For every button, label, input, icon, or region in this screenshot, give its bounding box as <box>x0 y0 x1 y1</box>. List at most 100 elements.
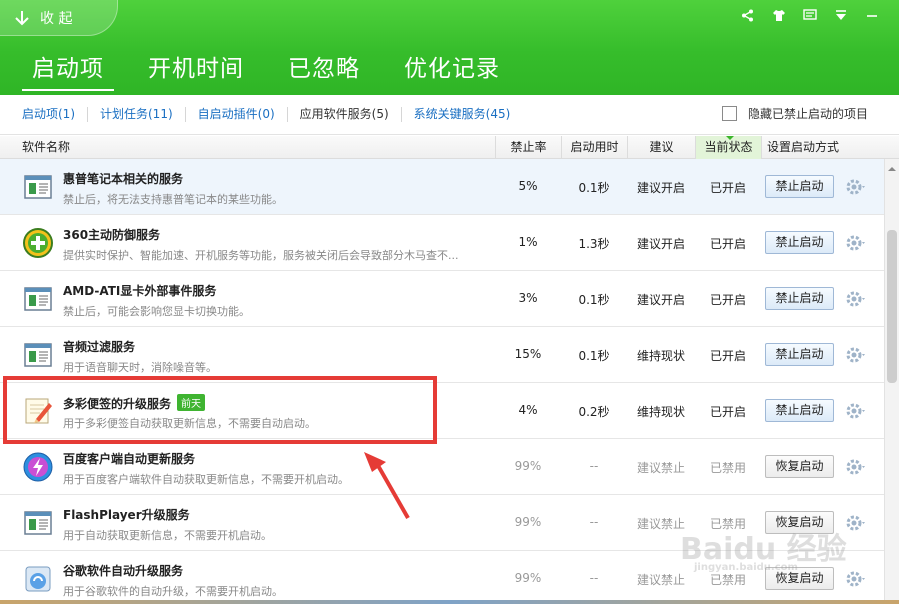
advice-text: 建议禁止 <box>636 461 685 475</box>
window-app-icon <box>22 339 54 371</box>
col-advice[interactable]: 建议 <box>627 136 695 159</box>
filter-scheduled-tasks[interactable]: 计划任务(11) <box>88 107 186 122</box>
service-description: 禁止后，可能会影响您显卡切换功能。 <box>63 305 250 318</box>
list-item[interactable]: 谷歌软件自动升级服务 用于谷歌软件的自动升级，不需要开机启动。 99% -- 建议禁止 已… <box>0 551 884 604</box>
startup-manager-window: 收 起 启动项 开机时间 已忽略 优化记录 启动项(1) 计划任务(11) 自启… <box>0 0 899 604</box>
gear-icon[interactable] <box>845 177 867 197</box>
advice-text: 建议开启 <box>636 181 685 195</box>
col-state[interactable]: 当前状态 <box>695 136 761 159</box>
disable-rate: 5% <box>518 179 538 193</box>
disable-rate: 1% <box>518 235 538 249</box>
list-item[interactable]: AMD-ATI显卡外部事件服务 禁止后，可能会影响您显卡切换功能。 3% 0.1秒 建议… <box>0 271 884 327</box>
service-description: 用于百度客户端软件自动获取更新信息，不需要开机启动。 <box>63 473 349 486</box>
gear-icon[interactable] <box>845 345 867 365</box>
startup-time: 0.1秒 <box>578 349 610 363</box>
minimize-icon[interactable] <box>856 4 887 26</box>
google-update-icon <box>22 563 54 595</box>
startup-time: 0.2秒 <box>578 405 610 419</box>
hide-disabled-label: 隐藏已禁止启动的项目 <box>748 107 869 121</box>
list-item[interactable]: 音频过滤服务 用于语音聊天时，消除噪音等。 15% 0.1秒 维持现状 已开启 禁止启动 <box>0 327 884 383</box>
filter-app-services[interactable]: 应用软件服务(5) <box>288 107 402 122</box>
menu-icon[interactable] <box>825 4 856 26</box>
service-description: 用于多彩便签自动获取更新信息，不需要自动启动。 <box>63 417 316 430</box>
service-description: 用于谷歌软件的自动升级，不需要开机启动。 <box>63 585 283 598</box>
state-text: 已禁用 <box>709 461 746 475</box>
advice-text: 维持现状 <box>636 405 685 419</box>
share-icon[interactable] <box>732 4 763 26</box>
advice-text: 维持现状 <box>636 349 685 363</box>
disable-startup-button[interactable]: 禁止启动 <box>765 231 834 254</box>
sticky-note-icon <box>22 395 54 427</box>
tab-startup[interactable]: 启动项 <box>22 49 114 91</box>
col-disable-rate[interactable]: 禁止率 <box>495 136 561 159</box>
startup-time: 0.1秒 <box>578 293 610 307</box>
gear-icon[interactable] <box>845 289 867 309</box>
state-text: 已开启 <box>709 293 746 307</box>
list-item[interactable]: 360主动防御服务 提供实时保护、智能加速、开机服务等功能，服务被关闭后会导致部分… <box>0 215 884 271</box>
tab-ignored[interactable]: 已忽略 <box>278 49 370 91</box>
state-text: 已开启 <box>709 349 746 363</box>
service-description: 用于语音聊天时，消除噪音等。 <box>63 361 217 374</box>
service-title: FlashPlayer升级服务 <box>63 508 190 522</box>
startup-time: 0.1秒 <box>578 181 610 195</box>
collapse-button[interactable]: 收 起 <box>0 0 118 36</box>
list-item[interactable]: 百度客户端自动更新服务 用于百度客户端软件自动获取更新信息，不需要开机启动。 99%… <box>0 439 884 495</box>
list-item[interactable]: 多彩便签的升级服务 前天 用于多彩便签自动获取更新信息，不需要自动启动。 4% 0.2秒… <box>0 383 884 439</box>
tab-boot-time[interactable]: 开机时间 <box>138 49 254 91</box>
skin-icon[interactable] <box>763 4 794 26</box>
filter-system-services[interactable]: 系统关键服务(45) <box>402 107 523 122</box>
bottom-edge <box>0 600 899 604</box>
state-text: 已开启 <box>709 181 746 195</box>
list-item[interactable]: FlashPlayer升级服务 用于自动获取更新信息，不需要开机启动。 99% -- 建… <box>0 495 884 551</box>
category-filters: 启动项(1) 计划任务(11) 自启动插件(0) 应用软件服务(5) 系统关键服… <box>10 107 522 122</box>
gear-icon[interactable] <box>845 457 867 477</box>
service-title: 谷歌软件自动升级服务 <box>63 564 184 578</box>
hide-disabled-option: 隐藏已禁止启动的项目 <box>722 105 868 122</box>
service-title: 惠普笔记本相关的服务 <box>63 172 184 186</box>
column-header: 软件名称 禁止率 启动用时 建议 当前状态 设置启动方式 <box>0 136 899 159</box>
tab-history[interactable]: 优化记录 <box>394 49 510 91</box>
advice-text: 建议禁止 <box>636 517 685 531</box>
service-description: 禁止后，将无法支持惠普笔记本的某些功能。 <box>63 193 283 206</box>
date-badge: 前天 <box>177 394 206 411</box>
startup-time: -- <box>589 515 599 529</box>
filter-autostart-plugins[interactable]: 自启动插件(0) <box>186 107 288 122</box>
window-app-icon <box>22 283 54 315</box>
scroll-up-icon[interactable] <box>888 163 896 171</box>
disable-startup-button[interactable]: 禁止启动 <box>765 399 834 422</box>
main-tabs: 启动项 开机时间 已忽略 优化记录 <box>22 49 534 91</box>
disable-startup-button[interactable]: 禁止启动 <box>765 343 834 366</box>
disable-rate: 99% <box>514 515 542 529</box>
disable-rate: 3% <box>518 291 538 305</box>
gear-icon[interactable] <box>845 401 867 421</box>
advice-text: 建议开启 <box>636 293 685 307</box>
gear-icon[interactable] <box>845 513 867 533</box>
gear-icon[interactable] <box>845 233 867 253</box>
restore-startup-button[interactable]: 恢复启动 <box>765 511 834 534</box>
disable-startup-button[interactable]: 禁止启动 <box>765 287 834 310</box>
startup-time: -- <box>589 459 599 473</box>
col-startup-time[interactable]: 启动用时 <box>561 136 627 159</box>
360-shield-icon <box>22 227 54 259</box>
header-bar: 收 起 启动项 开机时间 已忽略 优化记录 <box>0 0 899 95</box>
disable-rate: 99% <box>514 571 542 585</box>
window-app-icon <box>22 507 54 539</box>
feedback-icon[interactable] <box>794 4 825 26</box>
service-title: 360主动防御服务 <box>63 228 161 242</box>
startup-time: -- <box>589 571 599 585</box>
restore-startup-button[interactable]: 恢复启动 <box>765 455 834 478</box>
state-text: 已禁用 <box>709 517 746 531</box>
list-item[interactable]: 惠普笔记本相关的服务禁止后，将无法支持惠普笔记本的某些功能。 5% 0.1秒 建议开启… <box>0 159 884 215</box>
service-title: 多彩便签的升级服务 前天 <box>63 394 206 412</box>
advice-text: 建议禁止 <box>636 573 685 587</box>
window-controls <box>732 4 887 26</box>
disable-rate: 99% <box>514 459 542 473</box>
scroll-thumb[interactable] <box>887 230 897 383</box>
service-title: 音频过滤服务 <box>63 340 136 354</box>
gear-icon[interactable] <box>845 569 867 589</box>
vertical-scrollbar[interactable] <box>884 159 899 604</box>
disable-startup-button[interactable]: 禁止启动 <box>765 175 834 198</box>
filter-startup-items[interactable]: 启动项(1) <box>10 107 88 122</box>
hide-disabled-checkbox[interactable] <box>722 106 737 121</box>
restore-startup-button[interactable]: 恢复启动 <box>765 567 834 590</box>
